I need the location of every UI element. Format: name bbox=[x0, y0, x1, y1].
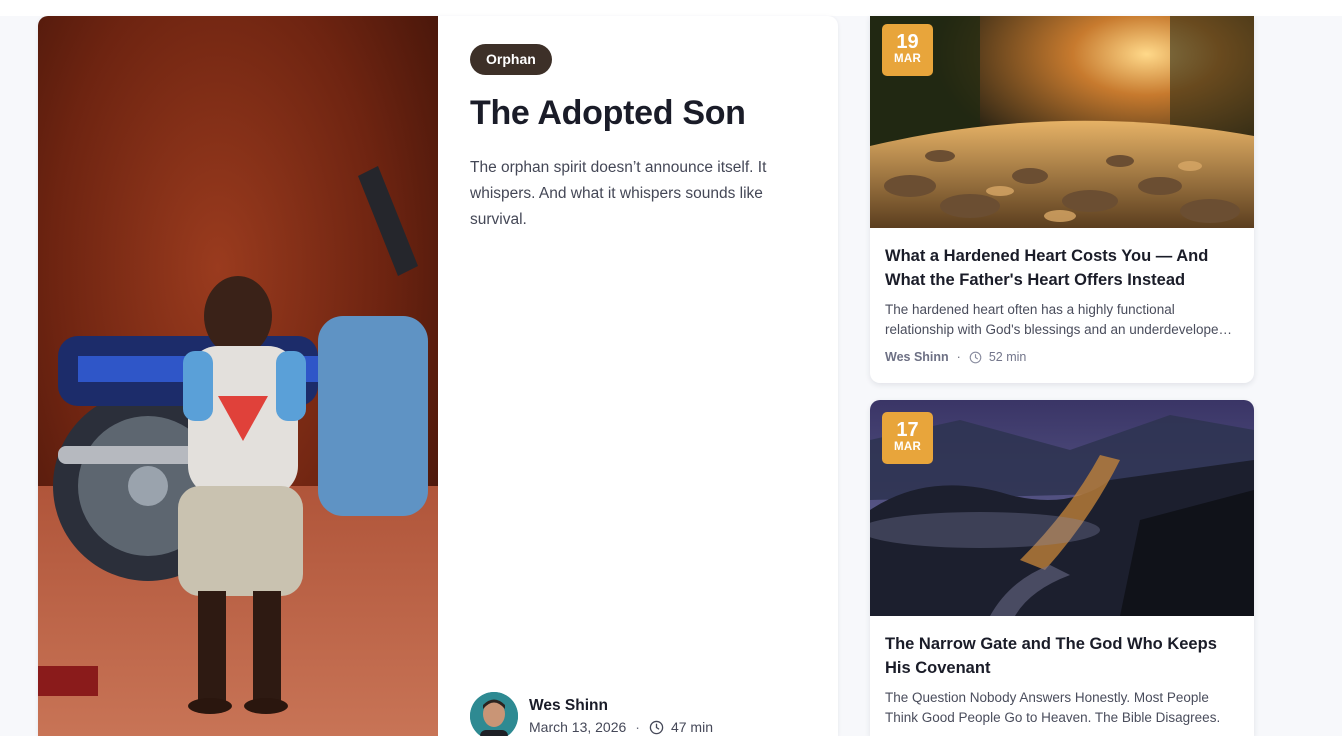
post-card[interactable]: 17 MAR The Narrow Gate and The God Who K… bbox=[870, 400, 1254, 736]
date-month: MAR bbox=[893, 53, 922, 65]
read-time: 52 min bbox=[988, 350, 1027, 364]
clock-icon bbox=[969, 351, 982, 363]
featured-title[interactable]: The Adopted Son bbox=[470, 93, 807, 133]
post-meta: March 13, 2026 · 47 min bbox=[529, 718, 713, 736]
top-strip bbox=[0, 0, 1342, 16]
date-day: 19 bbox=[896, 31, 919, 53]
author-name[interactable]: Wes Shinn bbox=[885, 349, 949, 365]
post-image[interactable]: 19 MAR bbox=[870, 16, 1254, 228]
date-month: MAR bbox=[893, 441, 922, 453]
category-pill[interactable]: Orphan bbox=[470, 44, 552, 75]
date-day: 17 bbox=[896, 419, 919, 441]
post-date: March 13, 2026 bbox=[529, 719, 627, 735]
featured-image[interactable] bbox=[38, 16, 438, 736]
post-excerpt: The hardened heart often has a highly fu… bbox=[885, 302, 1227, 337]
author-meta: Wes Shinn March 13, 2026 · 47 min bbox=[529, 692, 713, 736]
post-title[interactable]: The Narrow Gate and The God Who Keeps Hi… bbox=[885, 632, 1239, 680]
date-badge: 19 MAR bbox=[882, 24, 933, 76]
clock-icon bbox=[649, 720, 664, 734]
post-body: The Narrow Gate and The God Who Keeps Hi… bbox=[870, 616, 1254, 728]
avatar-portrait bbox=[470, 692, 518, 736]
featured-author-row: Wes Shinn March 13, 2026 · 47 min bbox=[470, 692, 713, 736]
read-time: 47 min bbox=[670, 719, 713, 735]
post-excerpt: The Question Nobody Answers Honestly. Mo… bbox=[885, 690, 1221, 725]
meta-separator: · bbox=[956, 350, 961, 364]
post-title[interactable]: What a Hardened Heart Costs You — And Wh… bbox=[885, 244, 1239, 292]
post-meta: Wes Shinn · 52 min bbox=[885, 349, 1239, 365]
avatar[interactable] bbox=[470, 692, 518, 736]
featured-photo bbox=[38, 16, 438, 736]
post-body: What a Hardened Heart Costs You — And Wh… bbox=[870, 228, 1254, 365]
post-image[interactable]: 17 MAR bbox=[870, 400, 1254, 616]
author-name[interactable]: Wes Shinn bbox=[529, 697, 713, 715]
featured-post-card[interactable]: Orphan The Adopted Son The orphan spirit… bbox=[38, 16, 838, 736]
date-badge: 17 MAR bbox=[882, 412, 933, 464]
post-card[interactable]: 19 MAR What a Hardened Heart Costs You —… bbox=[870, 16, 1254, 383]
featured-excerpt: The orphan spirit doesn’t announce itsel… bbox=[470, 159, 767, 228]
meta-separator: · bbox=[635, 719, 640, 735]
featured-body: Orphan The Adopted Son The orphan spirit… bbox=[438, 16, 838, 736]
